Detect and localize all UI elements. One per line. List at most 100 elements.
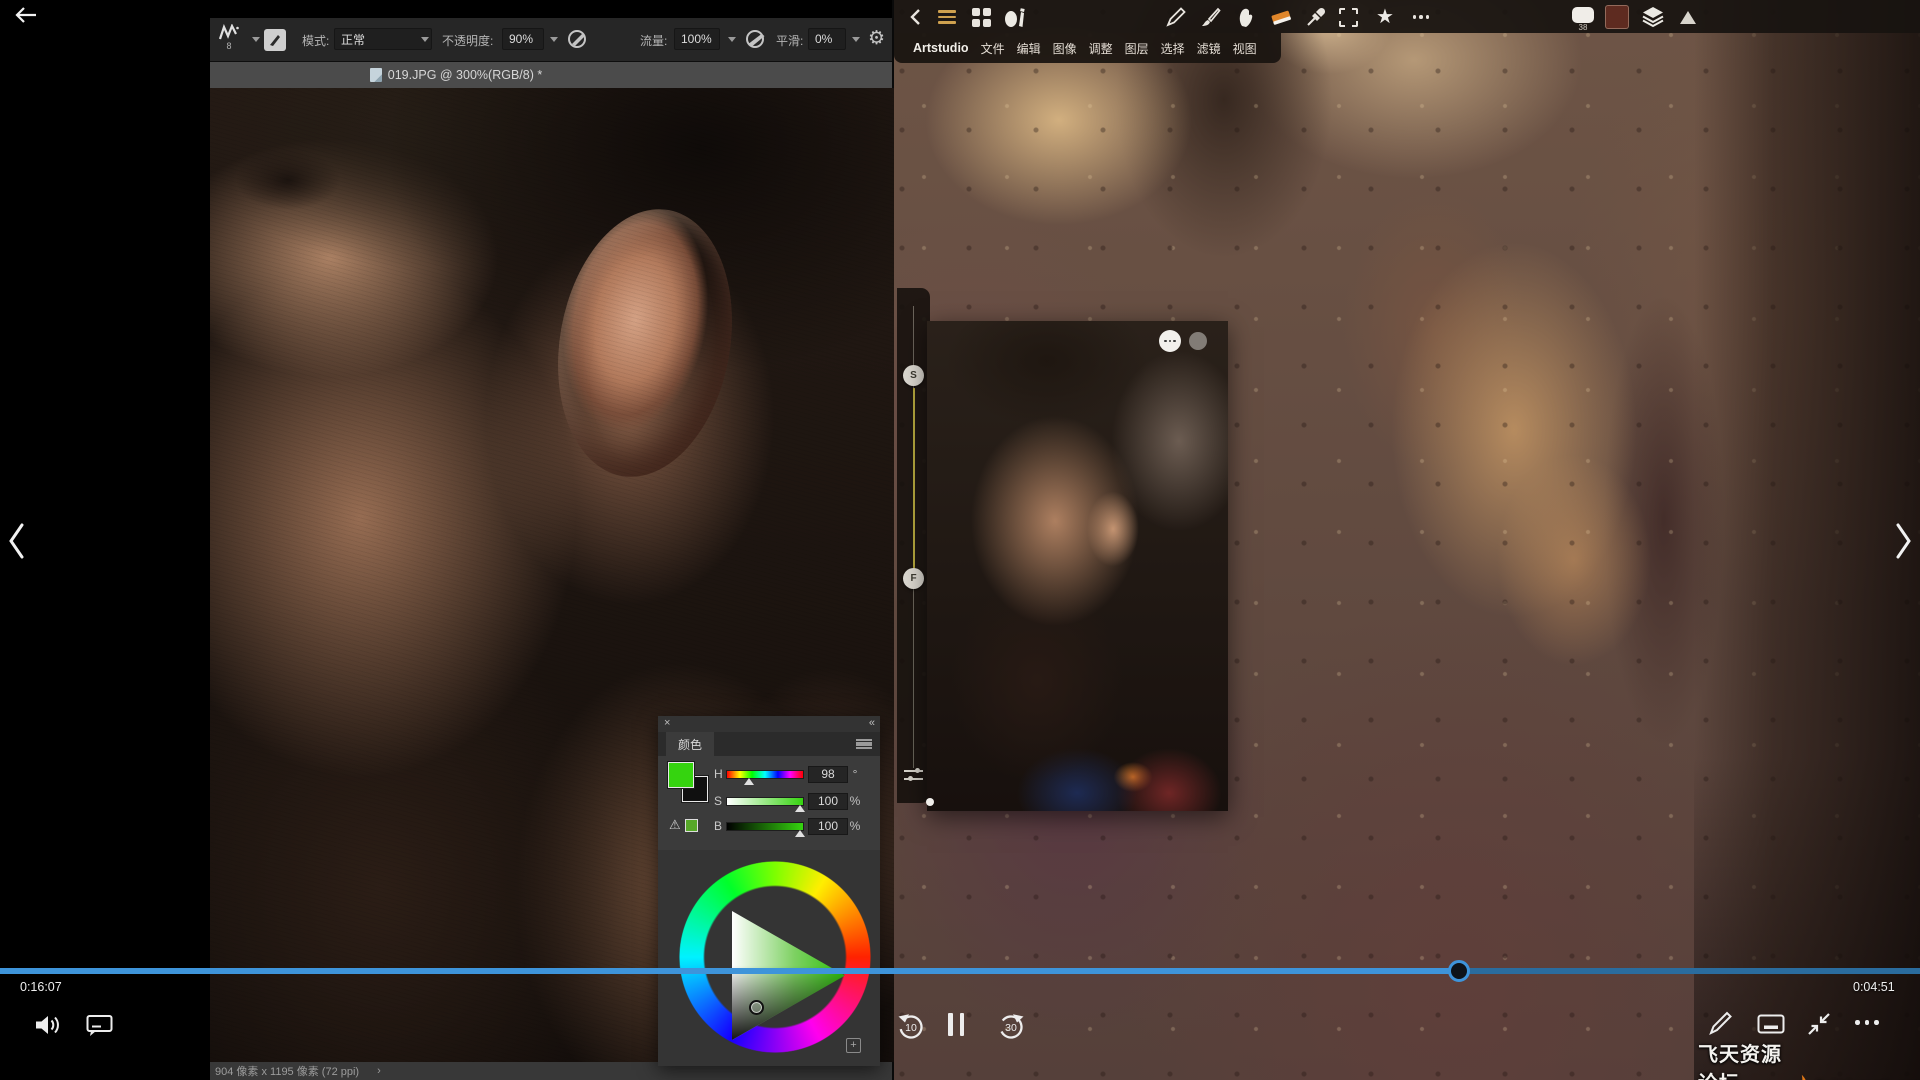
saturation-slider[interactable]: [726, 797, 804, 806]
brush-preset-picker[interactable]: 8: [212, 24, 246, 58]
triangle-up-icon: [1680, 11, 1696, 24]
saturation-thumb[interactable]: [795, 805, 805, 812]
add-swatch-icon[interactable]: +: [846, 1038, 861, 1053]
smoothing-value-box[interactable]: 0%: [808, 28, 846, 50]
forward-30-button[interactable]: 30: [996, 1011, 1026, 1041]
menu-edit[interactable]: 编辑: [1017, 40, 1041, 57]
collapse-icon[interactable]: «: [869, 717, 874, 729]
gear-icon[interactable]: ⚙: [868, 28, 885, 50]
brush-size-label: 8: [226, 42, 231, 51]
layers-icon: [1641, 5, 1665, 29]
close-icon[interactable]: ×: [664, 717, 670, 729]
mode-label: 模式:: [302, 32, 329, 49]
more-dots-icon: [1855, 1020, 1879, 1025]
pencil-icon: [1708, 1010, 1734, 1036]
more-options-button[interactable]: [1855, 1020, 1879, 1025]
status-expand-icon[interactable]: ›: [377, 1065, 381, 1077]
menu-view[interactable]: 视图: [1233, 40, 1257, 57]
back-button-player[interactable]: [14, 6, 38, 24]
back-button[interactable]: [902, 4, 928, 30]
volume-button[interactable]: [34, 1012, 62, 1038]
menu-artstudio[interactable]: Artstudio: [913, 41, 969, 55]
brightness-thumb[interactable]: [795, 830, 805, 837]
reference-image-panel[interactable]: [927, 321, 1228, 811]
current-color-button[interactable]: [1604, 4, 1630, 30]
menu-layer[interactable]: 图层: [1125, 40, 1149, 57]
edit-button[interactable]: [1708, 1010, 1734, 1036]
hue-wheel-selector[interactable]: [749, 1000, 764, 1015]
hue-slider[interactable]: [726, 770, 804, 779]
rewind-10-button[interactable]: 10: [896, 1011, 926, 1041]
exit-fullscreen-button[interactable]: [1806, 1011, 1832, 1037]
opacity-label: 不透明度:: [442, 32, 493, 49]
menu-adjust[interactable]: 调整: [1089, 40, 1113, 57]
brightness-unit: %: [848, 819, 862, 833]
menu-image[interactable]: 图像: [1053, 40, 1077, 57]
smoothing-caret-icon[interactable]: [852, 37, 860, 42]
opacity-value-box[interactable]: 90%: [502, 28, 544, 50]
brightness-value-box[interactable]: 100: [808, 818, 848, 835]
tool-favorites[interactable]: ★: [1372, 4, 1398, 30]
menu-filter[interactable]: 滤镜: [1197, 40, 1221, 57]
foreground-swatch[interactable]: [668, 762, 694, 788]
opacity-caret-icon[interactable]: [550, 37, 558, 42]
gesture-settings-button[interactable]: [1002, 4, 1028, 30]
reference-more-button[interactable]: [1159, 330, 1181, 352]
keyboard-button[interactable]: [1757, 1014, 1785, 1034]
tool-eyedropper[interactable]: [1303, 4, 1329, 30]
size-slider-knob[interactable]: S: [903, 365, 924, 386]
hamburger-icon: [938, 10, 956, 24]
brush-preview-button[interactable]: 38: [1570, 2, 1596, 28]
menu-button[interactable]: [934, 4, 960, 30]
forward-seconds: 30: [996, 1022, 1026, 1034]
expand-button[interactable]: [1675, 4, 1701, 30]
marquee-icon: [1339, 8, 1358, 27]
tool-more[interactable]: [1408, 4, 1434, 30]
reference-resize-handle[interactable]: [926, 798, 934, 806]
artstudio-screen: ★ 38 Artstudio 文件 编辑 图像 调整 图层: [894, 0, 1920, 1080]
tool-select[interactable]: [1335, 4, 1361, 30]
brightness-slider[interactable]: [726, 822, 804, 831]
tool-pencil[interactable]: [1163, 4, 1189, 30]
flow-value-box[interactable]: 100%: [674, 28, 720, 50]
brightness-label: B: [714, 819, 726, 833]
slider-settings-icon[interactable]: [904, 768, 923, 782]
speaker-icon: [34, 1012, 62, 1038]
mode-dropdown[interactable]: 正常: [334, 28, 432, 50]
artstudio-menubar: Artstudio 文件 编辑 图像 调整 图层 选择 滤镜 视图: [894, 33, 1281, 63]
reference-secondary-button[interactable]: [1189, 332, 1207, 350]
tool-smudge[interactable]: [1233, 4, 1259, 30]
brush-size-badge: 38: [1570, 23, 1596, 32]
saturation-value-box[interactable]: 100: [808, 793, 848, 810]
airbrush-icon[interactable]: [744, 27, 768, 51]
panel-menu-icon[interactable]: [856, 739, 872, 749]
subtitles-button[interactable]: [86, 1014, 113, 1037]
hue-thumb[interactable]: [744, 778, 754, 785]
tool-eraser-active[interactable]: [1268, 4, 1294, 30]
current-color-swatch: [1605, 5, 1629, 29]
hue-label: H: [714, 767, 726, 781]
next-video-button[interactable]: [1892, 522, 1914, 565]
menu-file[interactable]: 文件: [981, 40, 1005, 57]
color-swatches: [668, 762, 712, 806]
gallery-button[interactable]: [968, 4, 994, 30]
color-panel-tabs: 颜色: [658, 732, 880, 756]
ps-document-tab[interactable]: 019.JPG @ 300%(RGB/8) *: [210, 62, 892, 88]
tab-color[interactable]: 颜色: [666, 732, 714, 756]
previous-video-button[interactable]: [6, 522, 28, 565]
flow-caret-icon[interactable]: [728, 37, 736, 42]
opacity-pressure-icon[interactable]: [566, 27, 590, 51]
pause-button[interactable]: [948, 1013, 964, 1036]
layers-button[interactable]: [1640, 4, 1666, 30]
brush-panel-toggle[interactable]: [264, 29, 286, 51]
collapse-arrows-icon: [1806, 1011, 1832, 1037]
preset-caret-icon[interactable]: [252, 37, 260, 42]
menu-select[interactable]: 选择: [1161, 40, 1185, 57]
progress-bar[interactable]: [0, 968, 1920, 974]
gamut-swatch[interactable]: [685, 819, 698, 832]
flow-value: 100%: [681, 32, 712, 46]
hue-value-box[interactable]: 98: [808, 766, 848, 783]
tool-paintbrush[interactable]: [1198, 4, 1224, 30]
flow-slider-knob[interactable]: F: [903, 568, 924, 589]
gamut-warning: ⚠: [669, 817, 698, 833]
